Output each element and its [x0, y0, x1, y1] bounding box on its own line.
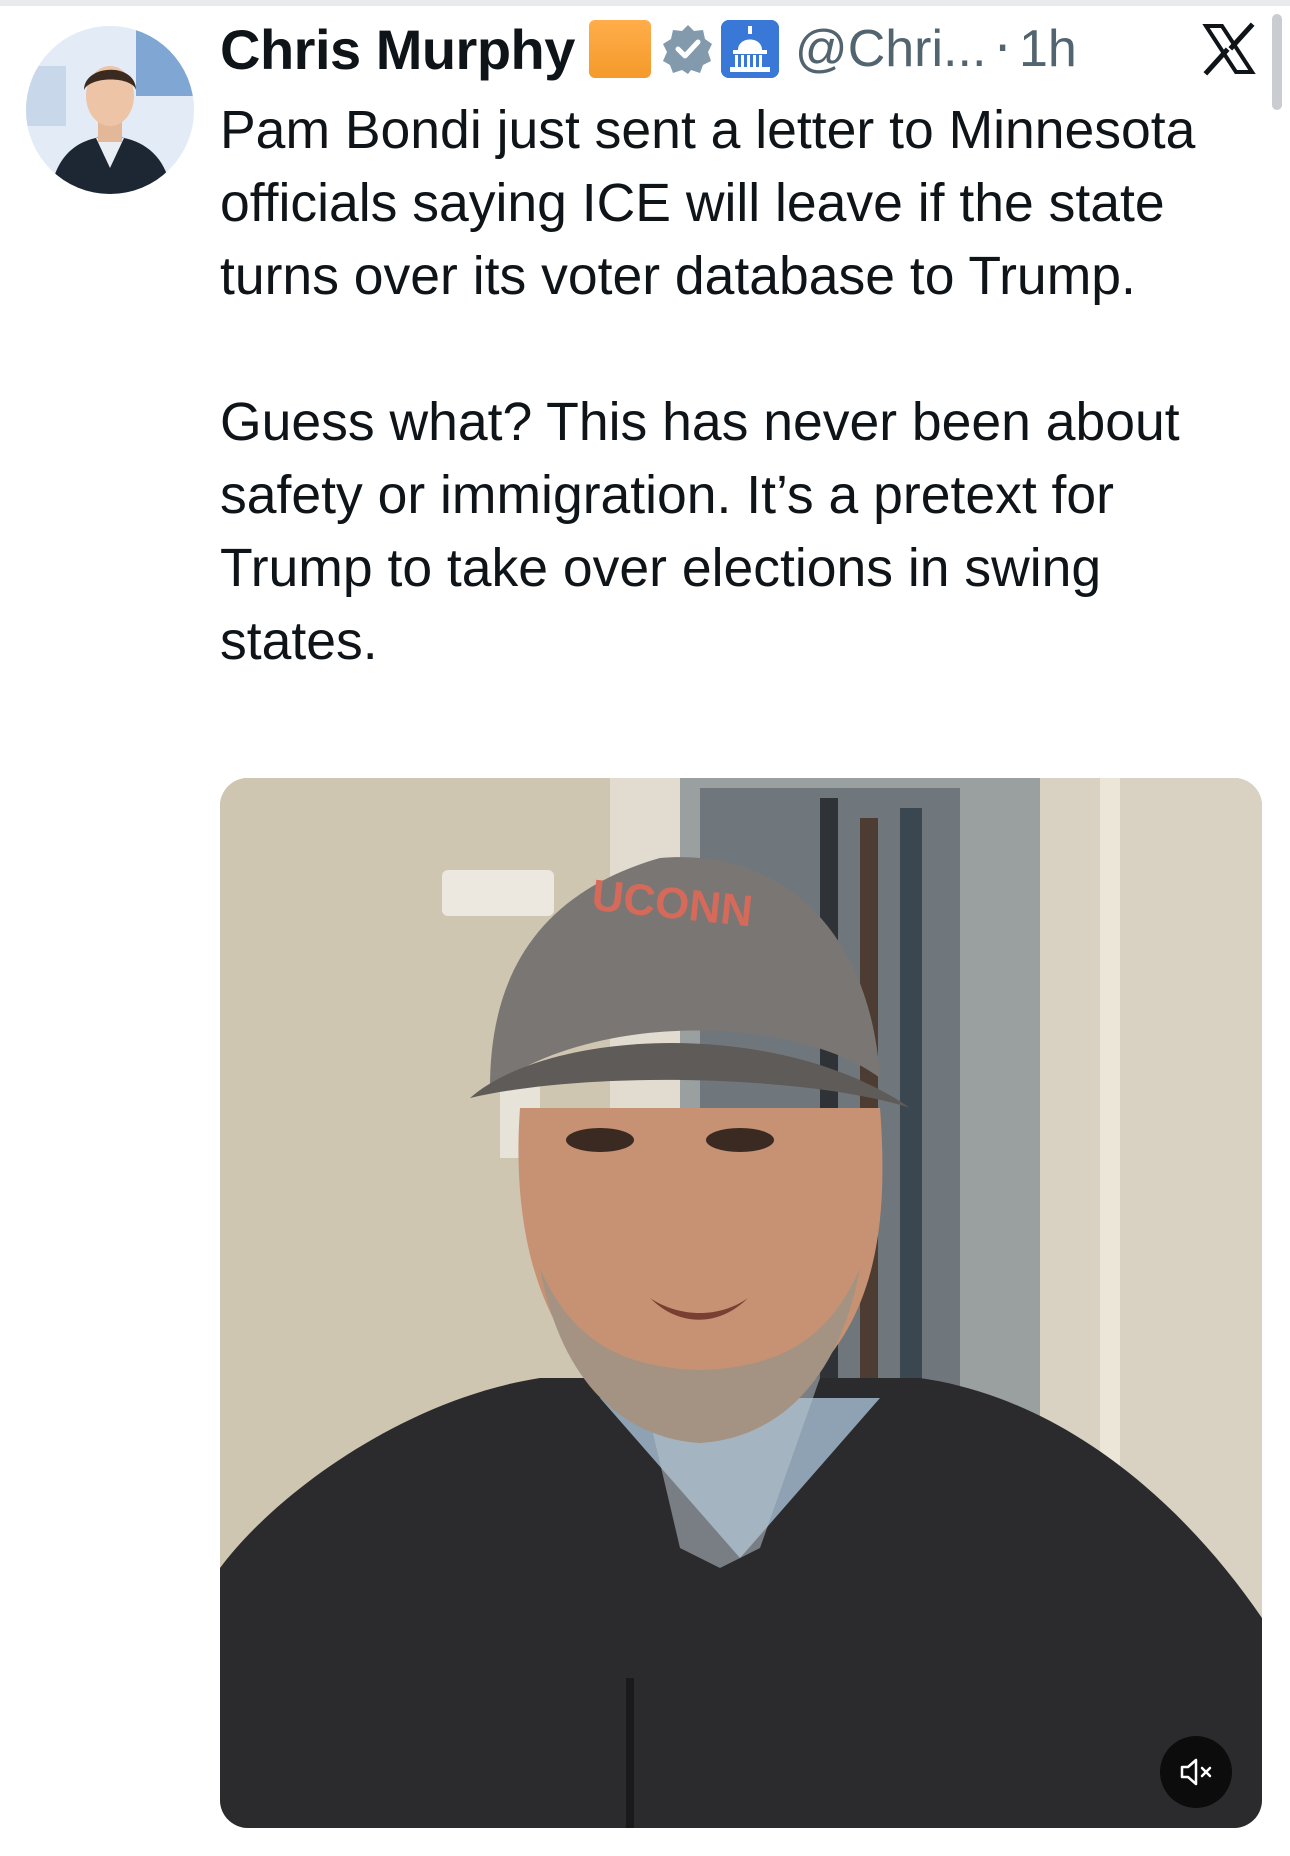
video-frame: UCONN	[220, 778, 1262, 1828]
speaker-muted-icon[interactable]	[1160, 1736, 1232, 1808]
video-player[interactable]: UCONN	[220, 778, 1262, 1828]
post-paragraph-1: Pam Bondi just sent a letter to Minnesot…	[220, 101, 1196, 306]
verified-badge-icon[interactable]	[661, 22, 715, 76]
author-avatar[interactable]	[26, 26, 194, 194]
x-logo-icon[interactable]	[1200, 20, 1258, 78]
author-name[interactable]: Chris Murphy	[220, 17, 575, 82]
avatar-photo	[26, 26, 194, 194]
scrollbar[interactable]	[1272, 14, 1282, 110]
orange-square-badge-icon	[588, 20, 651, 78]
capitol-badge-icon[interactable]	[720, 20, 779, 78]
post-header: Chris Murphy @Chri... · 1h	[220, 14, 1077, 84]
author-handle[interactable]: @Chri...	[795, 19, 986, 79]
post-timestamp[interactable]: 1h	[1019, 19, 1077, 79]
top-divider	[0, 0, 1290, 6]
post-text: Pam Bondi just sent a letter to Minnesot…	[220, 94, 1260, 678]
post-paragraph-2: Guess what? This has never been about sa…	[220, 393, 1180, 671]
separator-dot: ·	[994, 19, 1011, 79]
